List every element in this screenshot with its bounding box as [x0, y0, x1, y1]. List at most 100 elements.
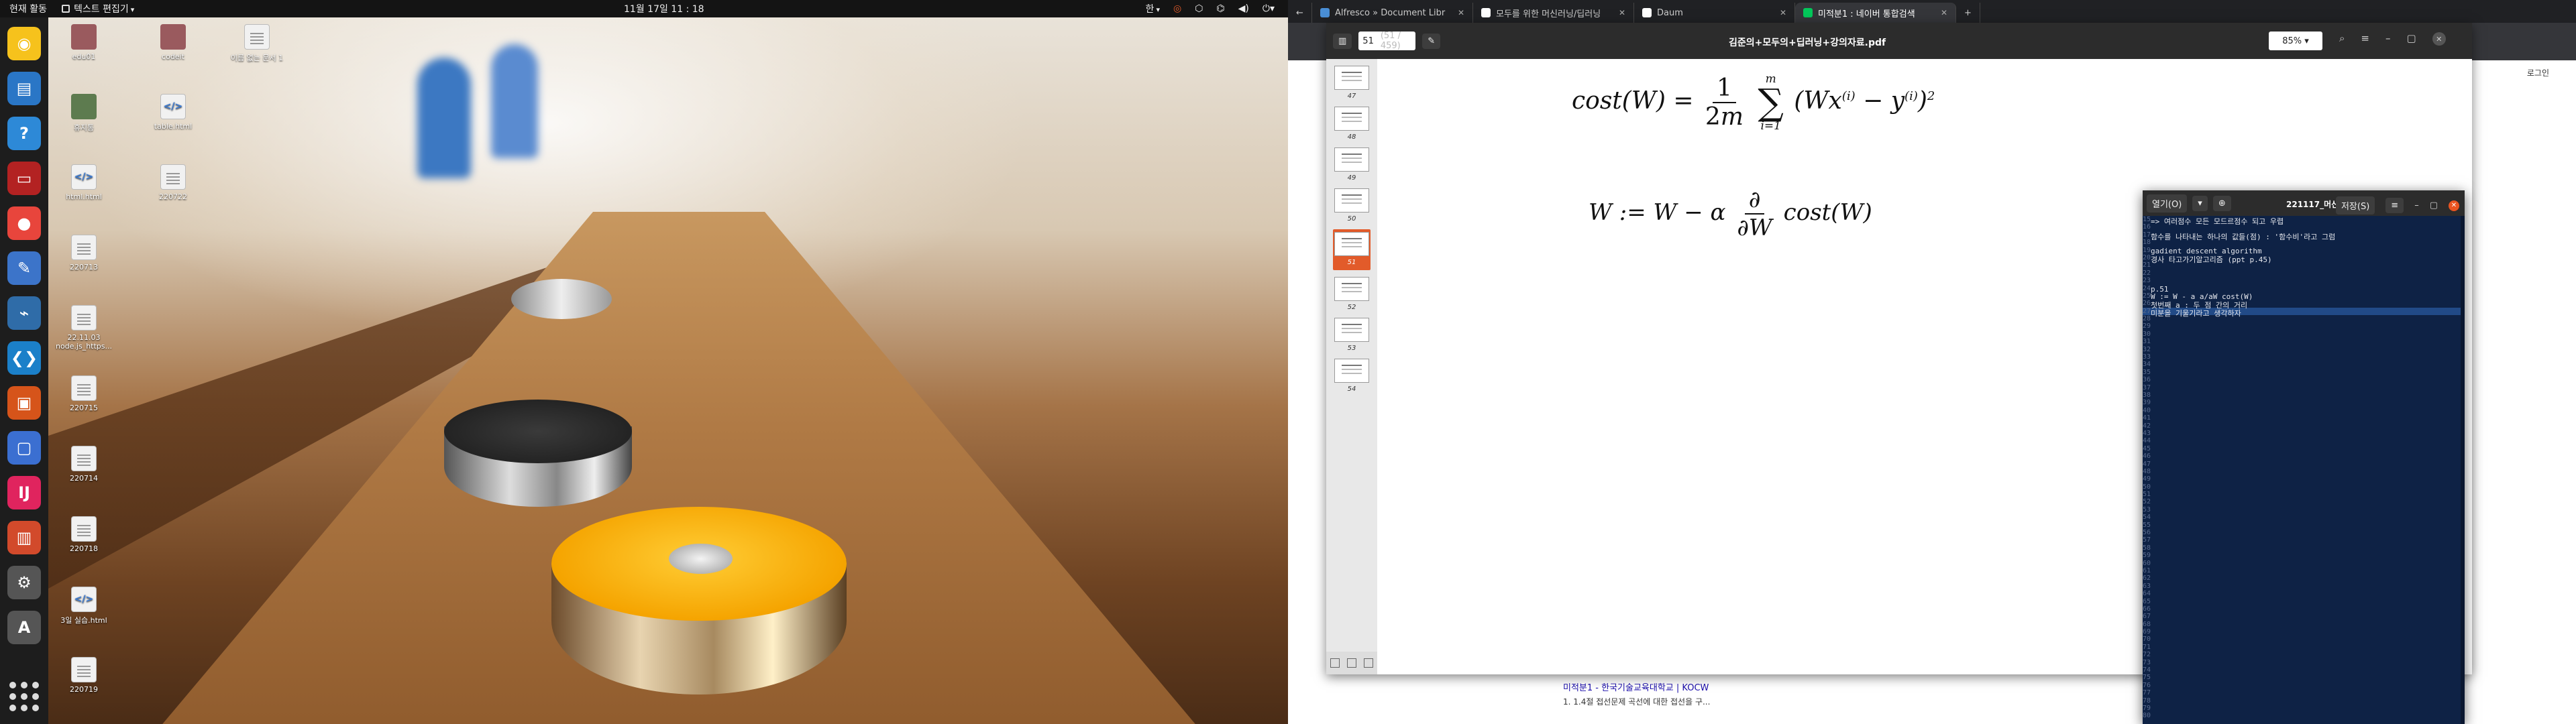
- editor-line[interactable]: 38: [2143, 391, 2465, 399]
- desktop-icon[interactable]: </> 3일 실습.html: [55, 587, 113, 625]
- editor-line[interactable]: 46: [2143, 452, 2465, 460]
- editor-line[interactable]: 49: [2143, 475, 2465, 483]
- editor-line[interactable]: 39: [2143, 399, 2465, 406]
- network-icon[interactable]: ⌬: [1216, 3, 1224, 14]
- desktop-icon[interactable]: edu01: [55, 24, 113, 61]
- show-applications-icon[interactable]: [7, 680, 41, 713]
- editor-line[interactable]: 43: [2143, 430, 2465, 437]
- editor-scrollbar[interactable]: [2461, 216, 2465, 724]
- editor-line[interactable]: 54: [2143, 514, 2465, 521]
- editor-line[interactable]: 78: [2143, 697, 2465, 705]
- volume-icon[interactable]: ◀): [1238, 3, 1249, 14]
- editor-line[interactable]: 27 미분을 기울기라고 생각하자: [2143, 307, 2465, 318]
- editor-close-icon[interactable]: ✕: [2449, 200, 2459, 211]
- editor-line[interactable]: 58: [2143, 544, 2465, 552]
- dropbox-icon[interactable]: ⬡: [1195, 3, 1203, 14]
- open-button[interactable]: 열기(O): [2147, 194, 2188, 213]
- editor-line[interactable]: 40: [2143, 407, 2465, 414]
- editor-line[interactable]: 37: [2143, 384, 2465, 391]
- intellij-icon[interactable]: IJ: [7, 476, 41, 509]
- menu-icon[interactable]: ≡: [2361, 32, 2369, 46]
- power-icon[interactable]: ⏻▾: [1263, 3, 1275, 14]
- tab-close-icon[interactable]: ✕: [1619, 8, 1625, 17]
- annotate-pen-icon[interactable]: ✎: [1422, 33, 1441, 49]
- minimize-icon[interactable]: –: [2385, 32, 2391, 46]
- editor-line[interactable]: 20 경사 타고가기알고리즘 (ppt p.45): [2143, 254, 2465, 264]
- editor-line[interactable]: 33: [2143, 353, 2465, 361]
- editor-line[interactable]: 30: [2143, 330, 2465, 338]
- editor-line[interactable]: 59: [2143, 552, 2465, 559]
- editor-line[interactable]: 79: [2143, 705, 2465, 712]
- editor-line[interactable]: 66: [2143, 605, 2465, 613]
- editor-line[interactable]: 41: [2143, 414, 2465, 422]
- screenshot-icon[interactable]: ▢: [7, 431, 41, 465]
- editor-text-area[interactable]: 15 => 여러점수 모든 모드르점수 되고 우렵 16 17 함수를 나타내는 하나의…: [2143, 216, 2465, 724]
- page-thumbnail[interactable]: 50: [1333, 188, 1371, 223]
- editor-line[interactable]: 29: [2143, 322, 2465, 330]
- editor-line[interactable]: 56: [2143, 529, 2465, 536]
- editor-line[interactable]: 80: [2143, 712, 2465, 719]
- desktop-icon[interactable]: </> html.html: [55, 164, 113, 201]
- desktop-icon[interactable]: 휴지통: [55, 94, 113, 133]
- editor-line[interactable]: 45: [2143, 445, 2465, 452]
- editor-line[interactable]: 68: [2143, 621, 2465, 628]
- editor-line[interactable]: 50: [2143, 483, 2465, 491]
- login-link[interactable]: 로그인: [2527, 67, 2549, 78]
- software-icon[interactable]: A: [7, 611, 41, 644]
- editor-line[interactable]: 23: [2143, 277, 2465, 284]
- editor-line[interactable]: 73: [2143, 659, 2465, 666]
- page-thumbnail[interactable]: 54: [1333, 359, 1371, 393]
- editor-line[interactable]: 72: [2143, 651, 2465, 658]
- editor-line[interactable]: 62: [2143, 575, 2465, 582]
- browser-tab[interactable]: Daum ✕: [1634, 3, 1795, 23]
- editor-line[interactable]: 55: [2143, 522, 2465, 529]
- tab-back-icon[interactable]: ←: [1288, 3, 1312, 23]
- editor-line[interactable]: 19 gadient descent algorithm: [2143, 247, 2465, 255]
- rhythmbox-icon[interactable]: ◉: [7, 27, 41, 60]
- editor-line[interactable]: 64: [2143, 590, 2465, 597]
- desktop-icon[interactable]: 220718: [55, 516, 113, 553]
- editor-line[interactable]: 75: [2143, 674, 2465, 681]
- editor-line[interactable]: 44: [2143, 437, 2465, 444]
- new-tab-icon[interactable]: ⊕: [2212, 195, 2231, 211]
- page-thumbnail[interactable]: 49: [1333, 147, 1371, 182]
- tab-close-icon[interactable]: ✕: [1780, 8, 1786, 17]
- annotations-view-icon[interactable]: [1346, 658, 1356, 668]
- fritzing-icon[interactable]: ⌁: [7, 296, 41, 330]
- editor-menu-icon[interactable]: ≡: [2385, 198, 2404, 213]
- chrome-icon[interactable]: ●: [7, 206, 41, 240]
- editor-line[interactable]: 53: [2143, 506, 2465, 514]
- page-number-field[interactable]: 51 (51 / 459): [1358, 31, 1416, 51]
- desktop-icon[interactable]: 22.11.03 node.js_https...: [55, 305, 113, 351]
- desktop-icon[interactable]: 220714: [55, 446, 113, 483]
- page-thumbnail[interactable]: 53: [1333, 318, 1371, 352]
- editor-line[interactable]: 63: [2143, 583, 2465, 590]
- search-icon[interactable]: ⌕: [2339, 32, 2345, 46]
- open-menu-arrow-icon[interactable]: ▾: [2192, 195, 2208, 211]
- editor-line[interactable]: 24 p.51: [2143, 285, 2465, 294]
- editor-line[interactable]: 26 첫번째 a : 두 점 간의 거리: [2143, 300, 2465, 310]
- editor-line[interactable]: 60: [2143, 560, 2465, 567]
- settings-icon[interactable]: ⚙: [7, 566, 41, 599]
- editor-line[interactable]: 15 => 여러점수 모든 모드르점수 되고 우렵: [2143, 216, 2465, 226]
- editor-line[interactable]: 77: [2143, 689, 2465, 697]
- editor-line[interactable]: 36: [2143, 376, 2465, 383]
- editor-line[interactable]: 70: [2143, 636, 2465, 643]
- maximize-icon[interactable]: ▢: [2406, 32, 2416, 46]
- page-thumbnail[interactable]: 51: [1333, 229, 1371, 270]
- editor-line[interactable]: 25 W := W - a a/aW cost(W): [2143, 292, 2465, 301]
- new-tab-button[interactable]: +: [1956, 3, 1980, 23]
- help-icon[interactable]: ?: [7, 117, 41, 150]
- terminal-app-icon[interactable]: ▭: [7, 162, 41, 195]
- system-tray[interactable]: 한 ◎ ⬡ ⌬ ◀) ⏻▾: [1146, 2, 1275, 15]
- sidebar-toggle-icon[interactable]: ▥: [1333, 33, 1352, 49]
- swirl-tray-icon[interactable]: ◎: [1173, 3, 1181, 14]
- search-result[interactable]: 미적분1 - 한국기술교육대학교 | KOCW 1. 1.4절 접선문제 곡선에…: [1563, 680, 1710, 707]
- desktop-icon[interactable]: codeit: [144, 24, 202, 61]
- editor-line[interactable]: 69: [2143, 628, 2465, 636]
- editor-line[interactable]: 47: [2143, 461, 2465, 468]
- desktop-icon[interactable]: 이름 없는 문서 1: [228, 24, 286, 63]
- editor-line[interactable]: 42: [2143, 422, 2465, 430]
- editor-line[interactable]: 51: [2143, 491, 2465, 498]
- desktop-icon[interactable]: </> table.html: [144, 94, 202, 131]
